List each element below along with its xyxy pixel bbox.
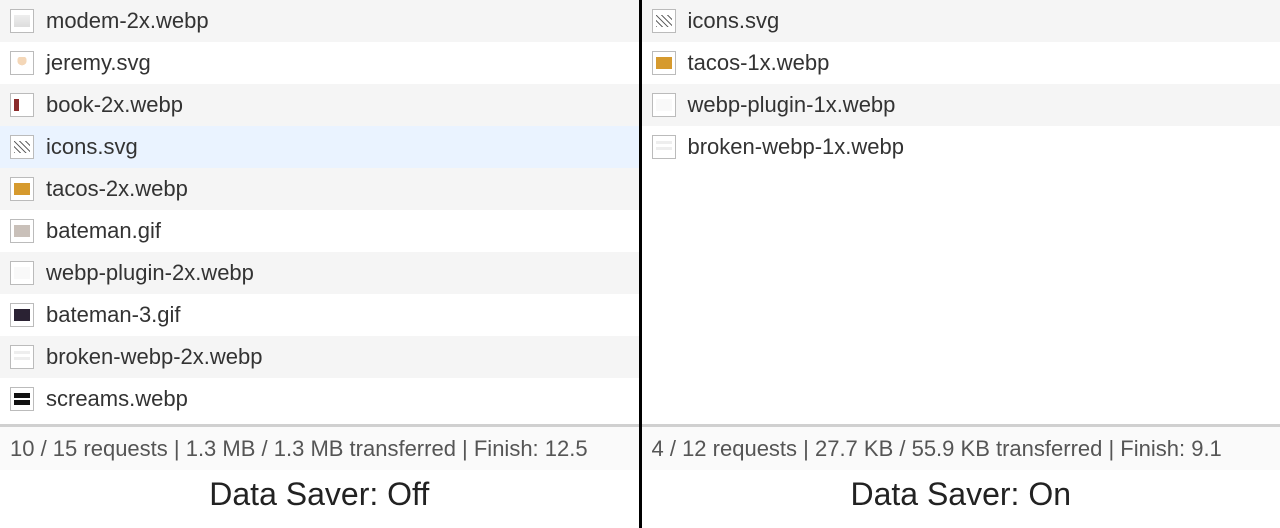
file-name: icons.svg [46, 134, 138, 160]
network-request-row[interactable]: webp-plugin-2x.webp [0, 252, 639, 294]
network-request-row[interactable]: book-2x.webp [0, 84, 639, 126]
network-request-list-left: modem-2x.webp jeremy.svg book-2x.webp icons… [0, 0, 639, 420]
file-name: book-2x.webp [46, 92, 183, 118]
file-name: jeremy.svg [46, 50, 151, 76]
panel-data-saver-off: modem-2x.webp jeremy.svg book-2x.webp icons… [0, 0, 642, 528]
file-thumbnail-icon [10, 9, 34, 33]
network-request-row[interactable]: icons.svg [642, 0, 1280, 42]
spacer [642, 168, 1280, 424]
file-thumbnail-icon [10, 345, 34, 369]
file-name: broken-webp-2x.webp [46, 344, 262, 370]
network-request-row[interactable]: jeremy.svg [0, 42, 639, 84]
file-thumbnail-icon [10, 261, 34, 285]
file-name: webp-plugin-1x.webp [688, 92, 896, 118]
file-name: bateman-3.gif [46, 302, 181, 328]
network-request-row[interactable]: screams.webp [0, 378, 639, 420]
network-request-row[interactable]: modem-2x.webp [0, 0, 639, 42]
file-thumbnail-icon [10, 303, 34, 327]
file-thumbnail-icon [10, 177, 34, 201]
network-request-row[interactable]: webp-plugin-1x.webp [642, 84, 1280, 126]
network-request-row[interactable]: tacos-1x.webp [642, 42, 1280, 84]
comparison-container: modem-2x.webp jeremy.svg book-2x.webp icons… [0, 0, 1280, 528]
file-name: modem-2x.webp [46, 8, 209, 34]
network-request-row[interactable]: icons.svg [0, 126, 639, 168]
panel-data-saver-on: icons.svg tacos-1x.webp webp-plugin-1x.web… [642, 0, 1280, 528]
file-thumbnail-icon [652, 135, 676, 159]
file-thumbnail-icon [652, 9, 676, 33]
file-name: bateman.gif [46, 218, 161, 244]
file-thumbnail-icon [10, 135, 34, 159]
network-request-row[interactable]: bateman-3.gif [0, 294, 639, 336]
network-request-list-right: icons.svg tacos-1x.webp webp-plugin-1x.web… [642, 0, 1280, 168]
status-bar-left: 10 / 15 requests | 1.3 MB / 1.3 MB trans… [0, 424, 639, 470]
caption-left: Data Saver: Off [0, 470, 639, 528]
file-name: broken-webp-1x.webp [688, 134, 904, 160]
file-thumbnail-icon [10, 93, 34, 117]
file-name: icons.svg [688, 8, 780, 34]
file-thumbnail-icon [10, 51, 34, 75]
network-request-row[interactable]: broken-webp-2x.webp [0, 336, 639, 378]
file-thumbnail-icon [652, 51, 676, 75]
network-request-row[interactable]: broken-webp-1x.webp [642, 126, 1280, 168]
network-request-row[interactable]: tacos-2x.webp [0, 168, 639, 210]
file-thumbnail-icon [652, 93, 676, 117]
file-thumbnail-icon [10, 219, 34, 243]
network-request-row[interactable]: bateman.gif [0, 210, 639, 252]
status-bar-right: 4 / 12 requests | 27.7 KB / 55.9 KB tran… [642, 424, 1280, 470]
file-name: screams.webp [46, 386, 188, 412]
file-thumbnail-icon [10, 387, 34, 411]
file-name: tacos-1x.webp [688, 50, 830, 76]
caption-right: Data Saver: On [642, 470, 1280, 528]
file-name: tacos-2x.webp [46, 176, 188, 202]
file-name: webp-plugin-2x.webp [46, 260, 254, 286]
